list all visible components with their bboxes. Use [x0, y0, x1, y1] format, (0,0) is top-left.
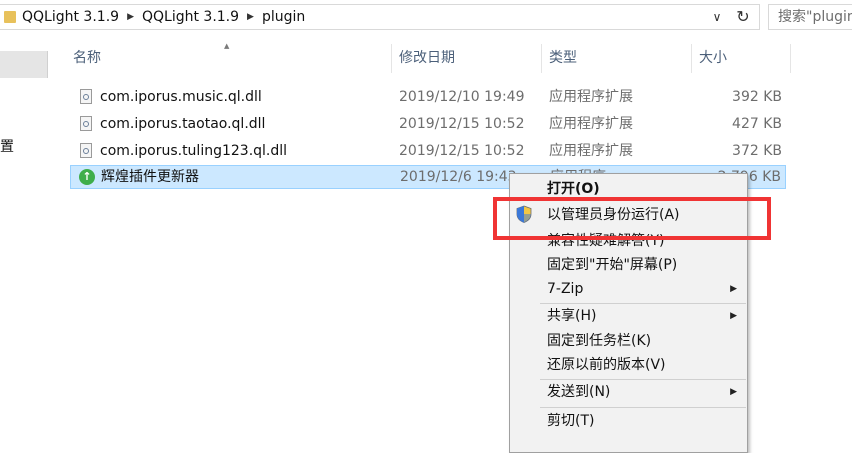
- file-name: com.iporus.tuling123.ql.dll: [100, 143, 288, 159]
- breadcrumb-item-1[interactable]: QQLight 3.1.9: [22, 9, 119, 25]
- file-type: 应用程序扩展: [549, 116, 633, 132]
- column-divider[interactable]: [391, 44, 392, 73]
- address-bar[interactable]: QQLight 3.1.9 ▶ QQLight 3.1.9 ▶ plugin ∨…: [0, 4, 760, 30]
- column-header-type[interactable]: 类型: [549, 44, 577, 73]
- file-row[interactable]: com.iporus.music.ql.dll 2019/12/10 19:49…: [70, 85, 786, 109]
- file-type: 应用程序扩展: [549, 143, 633, 159]
- file-size: 372 KB: [732, 143, 782, 159]
- folder-icon: [4, 11, 16, 23]
- menu-separator: [540, 379, 746, 380]
- column-header-date[interactable]: 修改日期: [399, 44, 455, 73]
- update-arrow-icon: ↑: [79, 169, 95, 185]
- nav-divider: [47, 51, 48, 78]
- menu-item-7zip[interactable]: 7-Zip: [547, 278, 583, 300]
- nav-item-label[interactable]: 置: [0, 136, 14, 156]
- file-size: 392 KB: [732, 89, 782, 105]
- menu-item-cut[interactable]: 剪切(T): [547, 410, 594, 432]
- submenu-arrow-icon: ▶: [730, 311, 737, 321]
- dll-file-icon: [80, 116, 92, 131]
- breadcrumb-separator-icon[interactable]: ▶: [127, 12, 134, 22]
- menu-separator: [540, 407, 746, 408]
- sort-ascending-icon: ▲: [224, 42, 230, 50]
- file-row[interactable]: com.iporus.tuling123.ql.dll 2019/12/15 1…: [70, 139, 786, 163]
- submenu-arrow-icon: ▶: [730, 284, 737, 294]
- chevron-down-icon[interactable]: ∨: [709, 8, 725, 26]
- file-type: 应用程序扩展: [549, 89, 633, 105]
- file-row[interactable]: com.iporus.taotao.ql.dll 2019/12/15 10:5…: [70, 112, 786, 136]
- file-name: 辉煌插件更新器: [101, 169, 199, 185]
- breadcrumb-item-2[interactable]: QQLight 3.1.9: [142, 9, 239, 25]
- search-input[interactable]: 搜索"plugin": [768, 4, 852, 30]
- file-date: 2019/12/15 10:52: [399, 116, 525, 132]
- menu-item-send-to[interactable]: 发送到(N): [547, 381, 610, 403]
- file-date: 2019/12/15 10:52: [399, 143, 525, 159]
- file-name: com.iporus.taotao.ql.dll: [100, 116, 266, 132]
- dll-file-icon: [80, 143, 92, 158]
- column-header-name[interactable]: 名称: [73, 44, 101, 73]
- column-header-size[interactable]: 大小: [699, 44, 727, 73]
- refresh-icon[interactable]: ↻: [731, 6, 755, 28]
- submenu-arrow-icon: ▶: [730, 387, 737, 397]
- column-divider[interactable]: [790, 44, 791, 73]
- breadcrumb-separator-icon[interactable]: ▶: [247, 12, 254, 22]
- file-date: 2019/12/10 19:49: [399, 89, 525, 105]
- menu-item-restore-versions[interactable]: 还原以前的版本(V): [547, 354, 666, 376]
- file-size: 427 KB: [732, 116, 782, 132]
- breadcrumb: QQLight 3.1.9 ▶ QQLight 3.1.9 ▶ plugin: [4, 9, 305, 25]
- column-divider[interactable]: [541, 44, 542, 73]
- file-name: com.iporus.music.ql.dll: [100, 89, 262, 105]
- menu-item-pin-start[interactable]: 固定到"开始"屏幕(P): [547, 254, 677, 276]
- menu-separator: [540, 303, 746, 304]
- nav-selected-item[interactable]: [0, 51, 48, 78]
- dll-file-icon: [80, 89, 92, 104]
- menu-item-pin-taskbar[interactable]: 固定到任务栏(K): [547, 330, 651, 352]
- file-date: 2019/12/6 19:43: [400, 169, 517, 185]
- breadcrumb-item-3[interactable]: plugin: [262, 9, 305, 25]
- column-divider[interactable]: [691, 44, 692, 73]
- annotation-highlight-box: [493, 197, 771, 240]
- menu-item-share[interactable]: 共享(H): [547, 305, 596, 327]
